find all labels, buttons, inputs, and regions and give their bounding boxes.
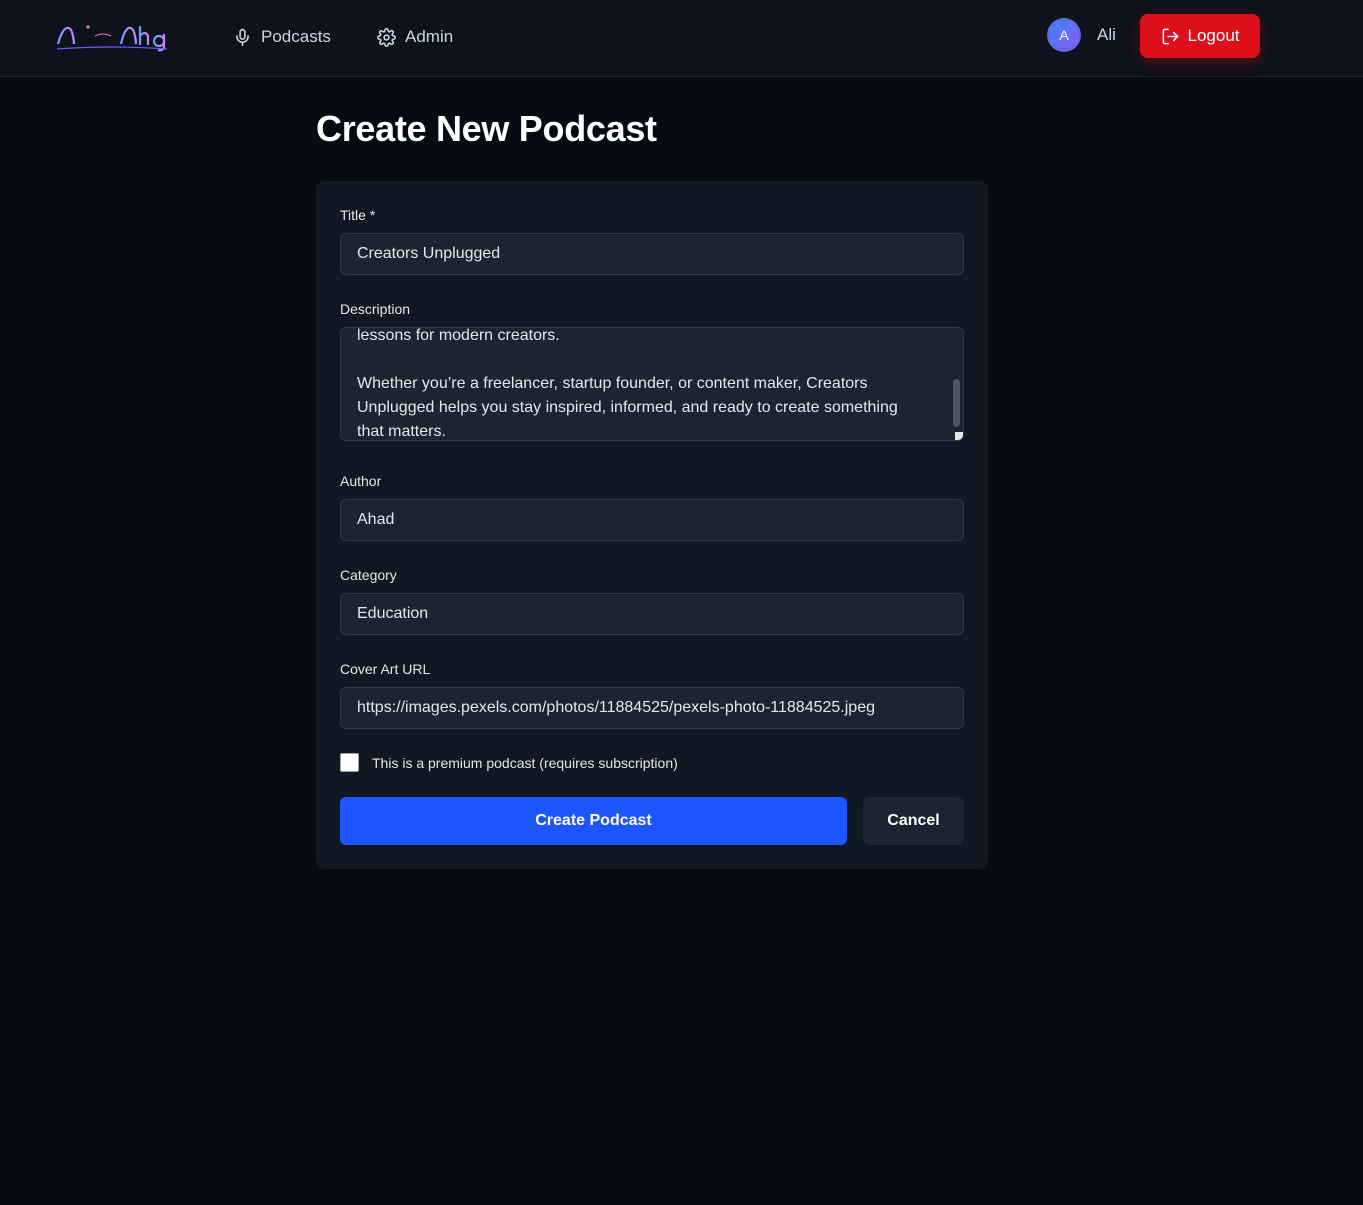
page-title: Create New Podcast [316, 108, 657, 149]
author-input[interactable]: Ahad [340, 499, 964, 541]
premium-checkbox-label[interactable]: This is a premium podcast (requires subs… [372, 755, 678, 771]
create-podcast-form: Title * Creators Unplugged Description l… [316, 181, 988, 869]
logout-icon [1162, 28, 1178, 44]
nav-link-label: Podcasts [261, 27, 331, 46]
user-menu[interactable]: A Ali [1047, 18, 1116, 52]
nav-link-podcasts[interactable]: Podcasts [233, 24, 331, 50]
avatar[interactable]: A [1047, 18, 1081, 52]
logout-label: Logout [1187, 26, 1240, 45]
description-textarea[interactable]: lessons for modern creators. Whether you… [340, 327, 964, 441]
description-label: Description [340, 301, 411, 317]
nav-link-admin[interactable]: Admin [377, 24, 453, 50]
description-scrollbar[interactable] [952, 329, 962, 433]
user-name: Ali [1097, 25, 1116, 44]
cancel-button[interactable]: Cancel [863, 797, 964, 845]
title-input[interactable]: Creators Unplugged [340, 233, 964, 275]
premium-checkbox-row[interactable]: This is a premium podcast (requires subs… [340, 753, 678, 772]
cover-art-label: Cover Art URL [340, 661, 431, 677]
logout-button[interactable]: Logout [1140, 14, 1260, 58]
title-label: Title * [340, 207, 376, 223]
category-input[interactable]: Education [340, 593, 964, 635]
nav-link-label: Admin [405, 27, 454, 46]
description-text: lessons for modern creators. Whether you… [357, 327, 898, 440]
brand-logo[interactable] [55, 20, 170, 54]
create-podcast-button[interactable]: Create Podcast [340, 797, 847, 845]
category-label: Category [340, 567, 397, 583]
top-navbar: Podcasts Admin A Ali Logout [0, 0, 1363, 77]
scrollbar-thumb[interactable] [953, 379, 960, 427]
microphone-icon [236, 28, 249, 46]
resize-handle[interactable] [955, 432, 963, 440]
premium-checkbox[interactable] [340, 753, 359, 772]
cover-art-input[interactable]: https://images.pexels.com/photos/1188452… [340, 687, 964, 729]
gear-icon [377, 27, 396, 47]
author-label: Author [340, 473, 382, 489]
